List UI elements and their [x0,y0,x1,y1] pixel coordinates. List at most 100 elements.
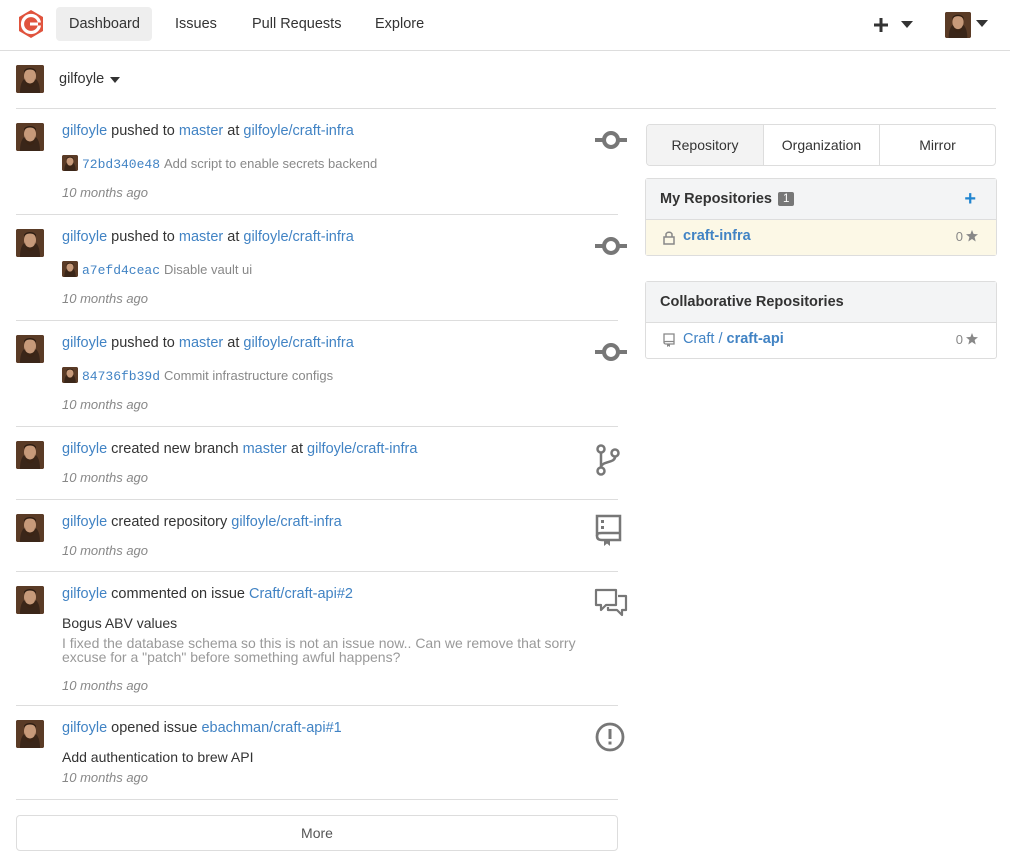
caret-down-icon [110,77,120,83]
nav-explore[interactable]: Explore [362,7,437,41]
timestamp: 10 months ago [62,543,149,558]
at-text: at [227,229,240,245]
repo-name[interactable]: Craft / craft-api [683,331,784,347]
repo-type-tabs: Repository Organization Mirror [646,124,996,166]
my-repositories-box: My Repositories 1 + craft-infra 0 [645,178,997,256]
issue-link[interactable]: ebachman/craft-api#1 [201,720,341,736]
tab-repository[interactable]: Repository [647,125,763,165]
top-navbar: Dashboard Issues Pull Requests Explore [0,0,1010,51]
comment-excerpt: I fixed the database schema so this is n… [62,635,576,665]
repo-icon [663,333,675,347]
issue-opened-icon [595,722,625,752]
commit-message: Add script to enable secrets backend [164,156,378,171]
action-text: opened issue [111,720,198,736]
feed-item-summary: gilfoyle pushed to master at gilfoyle/cr… [62,335,354,351]
action-text: pushed to [111,229,175,245]
feed-item: gilfoyle pushed to master at gilfoyle/cr… [16,215,627,321]
user-link[interactable]: gilfoyle [62,229,107,245]
user-menu-button[interactable] [945,12,991,40]
star-icon [966,333,978,345]
feed-item-summary: gilfoyle opened issue ebachman/craft-api… [62,720,342,736]
nav-issues[interactable]: Issues [162,7,230,41]
feed-item-summary: gilfoyle pushed to master at gilfoyle/cr… [62,123,354,139]
issue-title: Bogus ABV values [62,615,178,631]
nav-dashboard[interactable]: Dashboard [56,7,152,41]
commit-message: Commit infrastructure configs [164,368,334,383]
repo-link[interactable]: gilfoyle/craft-infra [243,229,353,245]
plus-icon [874,18,888,32]
repo-link[interactable]: gilfoyle/craft-infra [243,335,353,351]
repo-owner-link[interactable]: Craft / [683,331,722,347]
user-link[interactable]: gilfoyle [62,123,107,139]
tab-organization[interactable]: Organization [763,125,879,165]
issue-title: Add authentication to brew API [62,749,254,765]
repo-name-link[interactable]: craft-infra [683,228,751,244]
collaborative-repositories-box: Collaborative Repositories Craft / craft… [645,281,997,359]
avatar[interactable] [16,720,44,748]
timestamp: 10 months ago [62,291,149,306]
repo-link[interactable]: gilfoyle/craft-infra [307,441,417,457]
caret-down-icon [901,21,913,28]
feed-item-summary: gilfoyle created repository gilfoyle/cra… [62,514,342,530]
user-link[interactable]: gilfoyle [62,514,107,530]
user-link[interactable]: gilfoyle [62,586,107,602]
action-text: commented on issue [111,586,245,602]
repo-name-link[interactable]: craft-api [727,331,784,347]
branch-link[interactable]: master [179,123,223,139]
avatar[interactable] [16,123,44,151]
box-title: My Repositories [660,191,772,207]
gitea-logo-icon[interactable] [16,9,46,39]
feed-item: gilfoyle created new branch master at gi… [16,427,620,500]
commit-message: Disable vault ui [164,262,253,277]
at-text: at [290,441,304,457]
avatar [16,65,44,93]
feed-item: gilfoyle pushed to master at gilfoyle/cr… [16,321,627,427]
star-count-value: 0 [955,229,963,244]
avatar[interactable] [16,441,44,469]
feed-item-summary: gilfoyle commented on issue Craft/craft-… [62,586,353,602]
star-icon [966,230,978,242]
avatar[interactable] [16,229,44,257]
star-count-value: 0 [955,332,963,347]
collaborative-repositories-header: Collaborative Repositories [646,282,996,323]
my-repositories-header: My Repositories 1 + [646,179,996,220]
avatar[interactable] [16,335,44,363]
timestamp: 10 months ago [62,678,149,693]
commit-sha-link[interactable]: 84736fb39d [82,369,160,384]
at-text: at [227,335,240,351]
avatar[interactable] [16,586,44,614]
branch-link[interactable]: master [243,441,287,457]
star-count: 0 [956,332,978,347]
load-more-button[interactable]: More [16,815,618,851]
avatar [945,12,971,38]
commit-sha-link[interactable]: a7efd4ceac [82,263,160,278]
repo-link[interactable]: gilfoyle/craft-infra [231,514,341,530]
avatar[interactable] [16,514,44,542]
branch-link[interactable]: master [179,335,223,351]
repo-icon [595,514,622,546]
user-link[interactable]: gilfoyle [62,720,107,736]
repo-list-item[interactable]: craft-infra 0 [646,220,996,255]
create-new-button[interactable] [873,14,915,36]
commit-line: a7efd4ceac Disable vault ui [62,258,252,278]
nav-pull-requests[interactable]: Pull Requests [239,7,354,41]
git-branch-icon [596,444,620,476]
commit-sha-link[interactable]: 72bd340e48 [82,157,160,172]
branch-link[interactable]: master [179,229,223,245]
commit-line: 84736fb39d Commit infrastructure configs [62,364,333,384]
user-link[interactable]: gilfoyle [62,335,107,351]
add-repo-icon[interactable]: + [964,189,976,209]
repo-list-item[interactable]: Craft / craft-api 0 [646,323,996,358]
caret-down-icon [976,20,988,27]
repo-count-badge: 1 [778,192,795,206]
timestamp: 10 months ago [62,470,149,485]
repo-link[interactable]: gilfoyle/craft-infra [243,123,353,139]
feed-item: gilfoyle pushed to master at gilfoyle/cr… [16,109,627,215]
tab-mirror[interactable]: Mirror [879,125,995,165]
issue-link[interactable]: Craft/craft-api#2 [249,586,353,602]
feed-item: gilfoyle created repository gilfoyle/cra… [16,500,622,572]
comment-discussion-icon [594,588,628,617]
avatar [62,367,78,383]
user-link[interactable]: gilfoyle [62,441,107,457]
feed-item: gilfoyle commented on issue Craft/craft-… [16,572,628,706]
